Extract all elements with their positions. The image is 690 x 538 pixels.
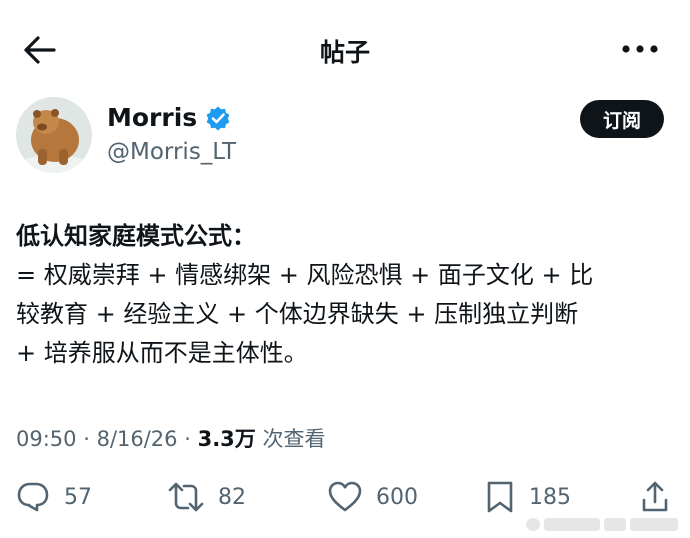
repost-button[interactable]: 82 bbox=[168, 475, 246, 519]
reply-icon bbox=[17, 482, 49, 512]
post-line: = 权威崇拜 + 情感绑架 + 风险恐惧 + 面子文化 + 比 bbox=[16, 261, 594, 289]
reply-count: 57 bbox=[64, 484, 92, 510]
post-line: 低认知家庭模式公式： bbox=[16, 222, 256, 250]
avatar[interactable] bbox=[16, 97, 92, 173]
post-text: 低认知家庭模式公式： = 权威崇拜 + 情感绑架 + 风险恐惧 + 面子文化 +… bbox=[16, 217, 676, 373]
bookmark-button[interactable]: 185 bbox=[485, 475, 571, 519]
bookmark-icon bbox=[487, 481, 513, 513]
action-bar: 57 82 600 185 bbox=[0, 475, 690, 519]
post-line: 较教育 + 经验主义 + 个体边界缺失 + 压制独立判断 bbox=[16, 300, 579, 328]
like-icon bbox=[328, 481, 362, 512]
page-title: 帖子 bbox=[319, 38, 370, 67]
share-button[interactable] bbox=[640, 475, 670, 519]
reply-button[interactable]: 57 bbox=[16, 475, 92, 519]
meta-separator: · bbox=[184, 427, 198, 451]
like-count: 600 bbox=[376, 484, 418, 510]
subscribe-button[interactable]: 订阅 bbox=[580, 100, 664, 138]
view-label: 次查看 bbox=[262, 427, 326, 451]
author-name[interactable]: Morris bbox=[107, 103, 197, 132]
like-button[interactable]: 600 bbox=[328, 475, 418, 519]
post-time[interactable]: 09:50 bbox=[16, 427, 77, 451]
top-bar: 帖子 bbox=[0, 0, 690, 100]
post-meta: 09:50 · 8/16/26 · 3.3万 次查看 bbox=[16, 423, 325, 453]
author-handle[interactable]: @Morris_LT bbox=[107, 139, 236, 165]
share-icon bbox=[642, 481, 668, 512]
post-date[interactable]: 8/16/26 bbox=[97, 427, 178, 451]
more-options-icon[interactable] bbox=[619, 38, 661, 60]
bookmark-count: 185 bbox=[529, 484, 571, 510]
verified-badge-icon bbox=[205, 105, 231, 131]
repost-count: 82 bbox=[218, 484, 246, 510]
meta-separator: · bbox=[83, 427, 97, 451]
view-count[interactable]: 3.3万 bbox=[198, 427, 256, 451]
post-line: + 培养服从而不是主体性。 bbox=[16, 339, 308, 367]
repost-icon bbox=[168, 482, 204, 512]
author-name-row[interactable]: Morris bbox=[107, 103, 231, 132]
watermark bbox=[526, 517, 680, 532]
